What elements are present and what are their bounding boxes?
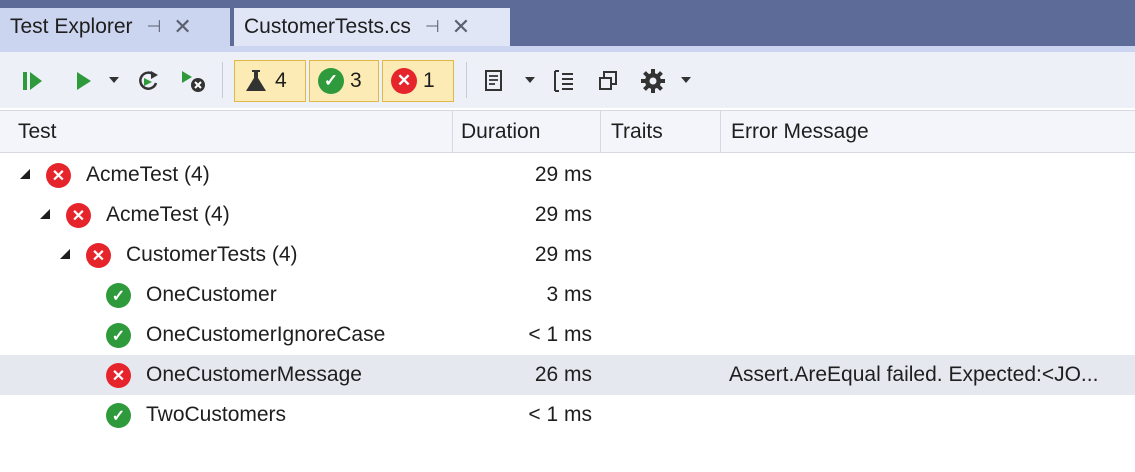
error-icon: ✕	[86, 243, 111, 268]
test-duration: 29 ms	[534, 203, 592, 226]
expand-arrow-icon[interactable]	[20, 169, 30, 179]
tree-row[interactable]: ✓ TwoCustomers < 1 ms	[0, 395, 1135, 435]
test-name: OneCustomer	[146, 283, 277, 306]
pin-icon[interactable]: ⊣	[147, 17, 162, 37]
test-explorer-toolbar: 4 ✓ 3 ✕ 1	[0, 52, 1135, 108]
document-tab-strip: Test Explorer ⊣ ✕ CustomerTests.cs ⊣ ✕	[0, 0, 1135, 46]
expand-arrow-icon[interactable]	[60, 249, 70, 259]
group-by-icon[interactable]	[548, 66, 580, 96]
check-icon: ✓	[106, 283, 131, 308]
column-divider[interactable]	[452, 111, 453, 152]
run-icon[interactable]	[68, 66, 98, 96]
total-tests-counter[interactable]: 4	[234, 60, 306, 102]
playlist-icon[interactable]	[478, 66, 510, 96]
column-header-traits[interactable]: Traits	[611, 111, 663, 152]
tree-row-selected[interactable]: ✕ OneCustomerMessage 26 ms Assert.AreEqu…	[0, 355, 1135, 395]
test-name: AcmeTest (4)	[86, 163, 210, 186]
tree-row[interactable]: ✕ AcmeTest (4) 29 ms	[0, 155, 1135, 195]
test-duration: 29 ms	[534, 163, 592, 186]
test-name: OneCustomerMessage	[146, 363, 362, 386]
column-header-error-message[interactable]: Error Message	[731, 111, 869, 152]
tab-label: CustomerTests.cs	[244, 15, 411, 38]
test-name: AcmeTest (4)	[106, 203, 230, 226]
tab-label: Test Explorer	[10, 15, 133, 38]
check-icon: ✓	[106, 403, 131, 428]
pin-icon[interactable]: ⊣	[425, 17, 440, 37]
tree-row[interactable]: ✓ OneCustomerIgnoreCase < 1 ms	[0, 315, 1135, 355]
run-all-tests-icon[interactable]	[18, 66, 48, 96]
chevron-down-icon[interactable]	[520, 70, 540, 90]
check-icon: ✓	[106, 323, 131, 348]
test-duration: < 1 ms	[528, 403, 592, 426]
tab-customertests-cs[interactable]: CustomerTests.cs ⊣ ✕	[234, 8, 510, 46]
close-icon[interactable]: ✕	[452, 14, 470, 40]
test-duration: 26 ms	[534, 363, 592, 386]
flask-icon	[243, 68, 269, 94]
run-failed-tests-icon[interactable]	[176, 66, 210, 96]
column-header-duration[interactable]: Duration	[461, 111, 540, 152]
close-icon[interactable]: ✕	[173, 14, 191, 40]
error-icon: ✕	[46, 163, 71, 188]
passed-count: 3	[350, 69, 362, 92]
toolbar-separator	[222, 62, 223, 98]
chevron-down-icon[interactable]	[104, 70, 124, 90]
tree-row[interactable]: ✕ CustomerTests (4) 29 ms	[0, 235, 1135, 275]
expand-arrow-icon[interactable]	[40, 209, 50, 219]
column-divider[interactable]	[720, 111, 721, 152]
test-name: OneCustomerIgnoreCase	[146, 323, 386, 346]
error-icon: ✕	[106, 363, 131, 388]
test-duration: < 1 ms	[528, 323, 592, 346]
tree-row[interactable]: ✓ OneCustomer 3 ms	[0, 275, 1135, 315]
toolbar-separator	[466, 62, 467, 98]
test-name: TwoCustomers	[146, 403, 287, 426]
gear-icon[interactable]	[636, 64, 670, 98]
tab-test-explorer[interactable]: Test Explorer ⊣ ✕	[0, 8, 230, 46]
tree-row[interactable]: ✕ AcmeTest (4) 29 ms	[0, 195, 1135, 235]
column-divider[interactable]	[600, 111, 601, 152]
total-count: 4	[275, 69, 287, 92]
copy-icon[interactable]	[592, 66, 624, 96]
failed-tests-counter[interactable]: ✕ 1	[382, 60, 454, 102]
column-header-test[interactable]: Test	[18, 111, 57, 152]
passed-tests-counter[interactable]: ✓ 3	[309, 60, 379, 102]
check-icon: ✓	[318, 68, 344, 94]
repeat-last-run-icon[interactable]	[132, 66, 164, 96]
test-duration: 3 ms	[546, 283, 592, 306]
test-error-message: Assert.AreEqual failed. Expected:<JO...	[729, 363, 1099, 386]
test-list-header: Test Duration Traits Error Message	[0, 110, 1135, 153]
error-icon: ✕	[391, 68, 417, 94]
chevron-down-icon[interactable]	[676, 70, 696, 90]
error-icon: ✕	[66, 203, 91, 228]
test-name: CustomerTests (4)	[126, 243, 298, 266]
failed-count: 1	[423, 69, 435, 92]
test-duration: 29 ms	[534, 243, 592, 266]
